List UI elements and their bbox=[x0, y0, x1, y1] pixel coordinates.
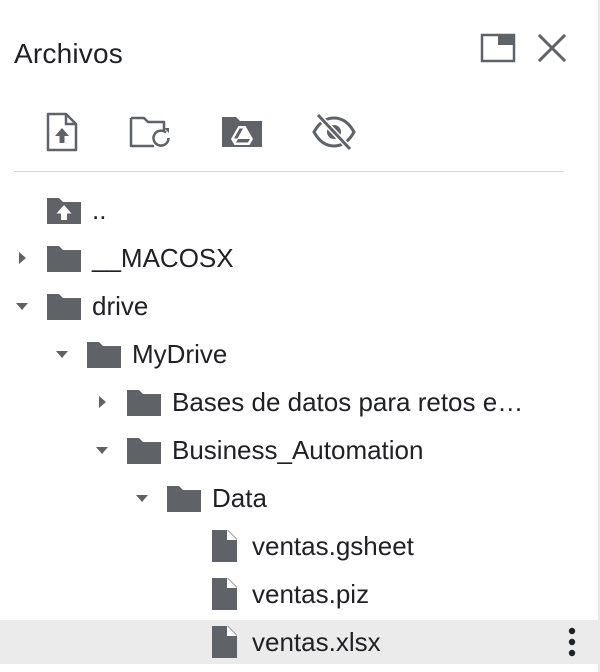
files-panel: Archivos .. __MACOSX drive MyDrive Bases… bbox=[0, 0, 600, 672]
folder-icon bbox=[126, 384, 162, 420]
folder-icon bbox=[126, 432, 162, 468]
toolbar-divider bbox=[14, 171, 564, 172]
folder-icon bbox=[86, 336, 122, 372]
file-row[interactable]: ventas.gsheet bbox=[0, 524, 600, 568]
collapse-arrow-icon[interactable] bbox=[10, 294, 34, 318]
folder-row[interactable]: Bases de datos para retos e… bbox=[0, 380, 600, 424]
panel-title: Archivos bbox=[14, 38, 123, 69]
parent-folder-icon bbox=[46, 192, 82, 228]
tree-item-label: ventas.gsheet bbox=[252, 531, 414, 561]
folder-row[interactable]: MyDrive bbox=[0, 332, 600, 376]
mount-drive-icon[interactable] bbox=[218, 108, 266, 156]
folder-row[interactable]: drive bbox=[0, 284, 600, 328]
tree-item-label: __MACOSX bbox=[92, 243, 234, 273]
tree-item-label: Business_Automation bbox=[172, 435, 424, 465]
file-icon bbox=[206, 528, 242, 564]
file-icon bbox=[206, 624, 242, 660]
upload-file-icon[interactable] bbox=[38, 108, 86, 156]
file-row[interactable]: ventas.piz bbox=[0, 572, 600, 616]
expand-arrow-icon[interactable] bbox=[90, 390, 114, 414]
expand-arrow-icon[interactable] bbox=[10, 246, 34, 270]
toggle-hidden-files-icon[interactable] bbox=[310, 108, 358, 156]
folder-row[interactable]: Data bbox=[0, 476, 600, 520]
file-icon bbox=[206, 576, 242, 612]
tree-item-label: Bases de datos para retos e… bbox=[172, 387, 524, 417]
folder-row[interactable]: .. bbox=[0, 188, 600, 232]
more-options-icon[interactable] bbox=[556, 626, 588, 658]
tree-item-label: drive bbox=[92, 291, 149, 321]
collapse-arrow-icon[interactable] bbox=[90, 438, 114, 462]
maximize-icon[interactable] bbox=[478, 28, 518, 68]
folder-icon bbox=[46, 288, 82, 324]
files-toolbar bbox=[0, 108, 600, 156]
close-icon[interactable] bbox=[532, 28, 572, 68]
folder-row[interactable]: Business_Automation bbox=[0, 428, 600, 472]
tree-item-label: Data bbox=[212, 483, 267, 513]
tree-item-label: .. bbox=[92, 195, 107, 225]
folder-icon bbox=[166, 480, 202, 516]
tree-item-label: ventas.piz bbox=[252, 579, 370, 609]
collapse-arrow-icon[interactable] bbox=[130, 486, 154, 510]
file-row[interactable]: ventas.xlsx bbox=[0, 620, 600, 664]
folder-icon bbox=[46, 240, 82, 276]
collapse-arrow-icon[interactable] bbox=[50, 342, 74, 366]
refresh-folder-icon[interactable] bbox=[126, 108, 174, 156]
tree-item-label: MyDrive bbox=[132, 339, 228, 369]
folder-row[interactable]: __MACOSX bbox=[0, 236, 600, 280]
tree-item-label: ventas.xlsx bbox=[252, 627, 381, 657]
